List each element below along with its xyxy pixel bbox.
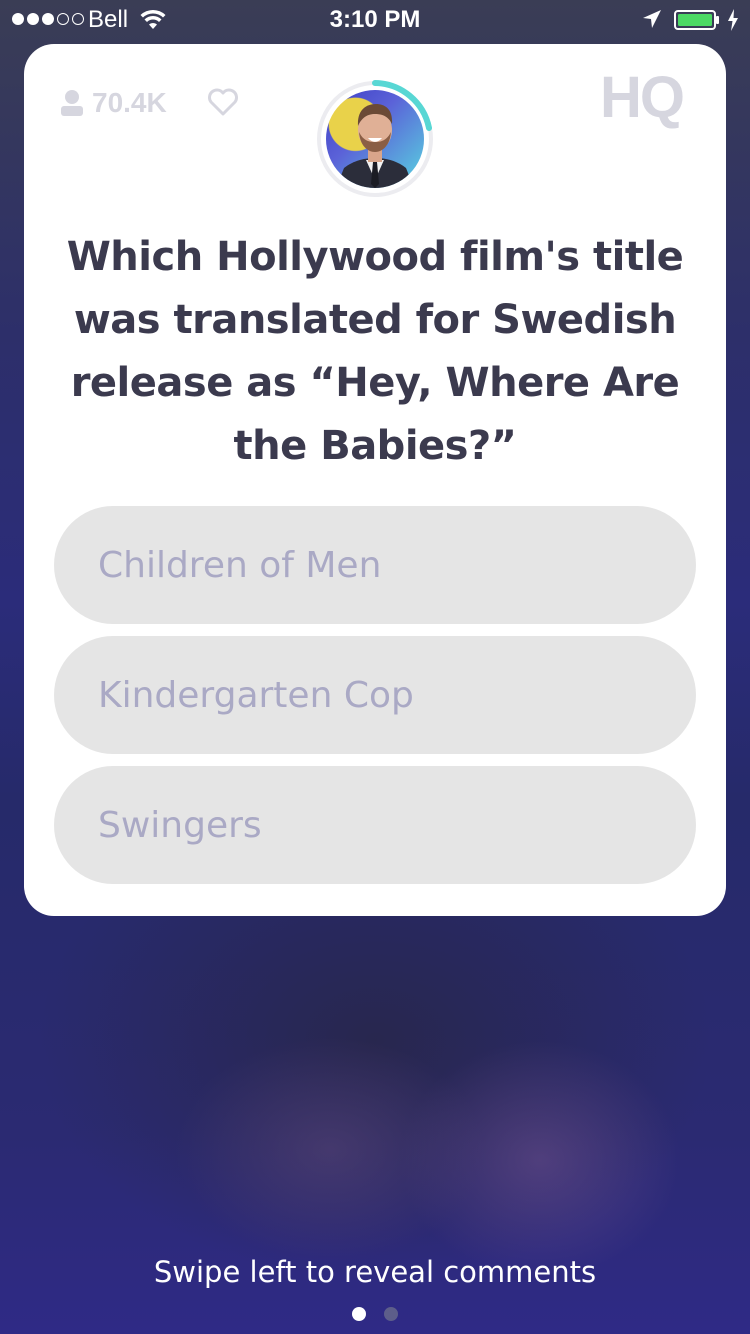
answer-option-1[interactable]: Children of Men	[54, 506, 696, 624]
status-bar: Bell 3:10 PM	[0, 0, 750, 40]
swipe-hint: Swipe left to reveal comments	[153, 1255, 597, 1289]
hq-logo: HQ	[600, 68, 692, 128]
question-card: 70.4K HQ Which Hollywood film's title wa…	[24, 44, 726, 916]
answer-label: Kindergarten Cop	[98, 674, 414, 716]
question-text: Which Hollywood film's title was transla…	[66, 234, 684, 469]
answer-list: Children of Men Kindergarten Cop Swinger…	[54, 506, 696, 896]
location-icon	[643, 10, 661, 28]
page-dot-2[interactable]	[384, 1307, 398, 1321]
host-portrait	[336, 104, 414, 188]
person-icon	[61, 90, 83, 116]
battery-icon	[674, 10, 719, 30]
page-dot-1[interactable]	[352, 1307, 366, 1321]
hq-logo-text: HQ	[600, 65, 685, 130]
page-indicator[interactable]	[0, 1307, 750, 1321]
charging-icon	[728, 9, 738, 31]
host-avatar	[316, 80, 434, 198]
answer-label: Children of Men	[98, 544, 382, 586]
heart-icon[interactable]	[207, 88, 239, 116]
viewer-count-group: 70.4K	[60, 87, 167, 119]
answer-option-3[interactable]: Swingers	[54, 766, 696, 884]
viewer-count: 70.4K	[92, 87, 167, 118]
answer-label: Swingers	[98, 804, 262, 846]
status-time: 3:10 PM	[329, 6, 421, 33]
answer-option-2[interactable]: Kindergarten Cop	[54, 636, 696, 754]
host-photo	[326, 90, 424, 188]
